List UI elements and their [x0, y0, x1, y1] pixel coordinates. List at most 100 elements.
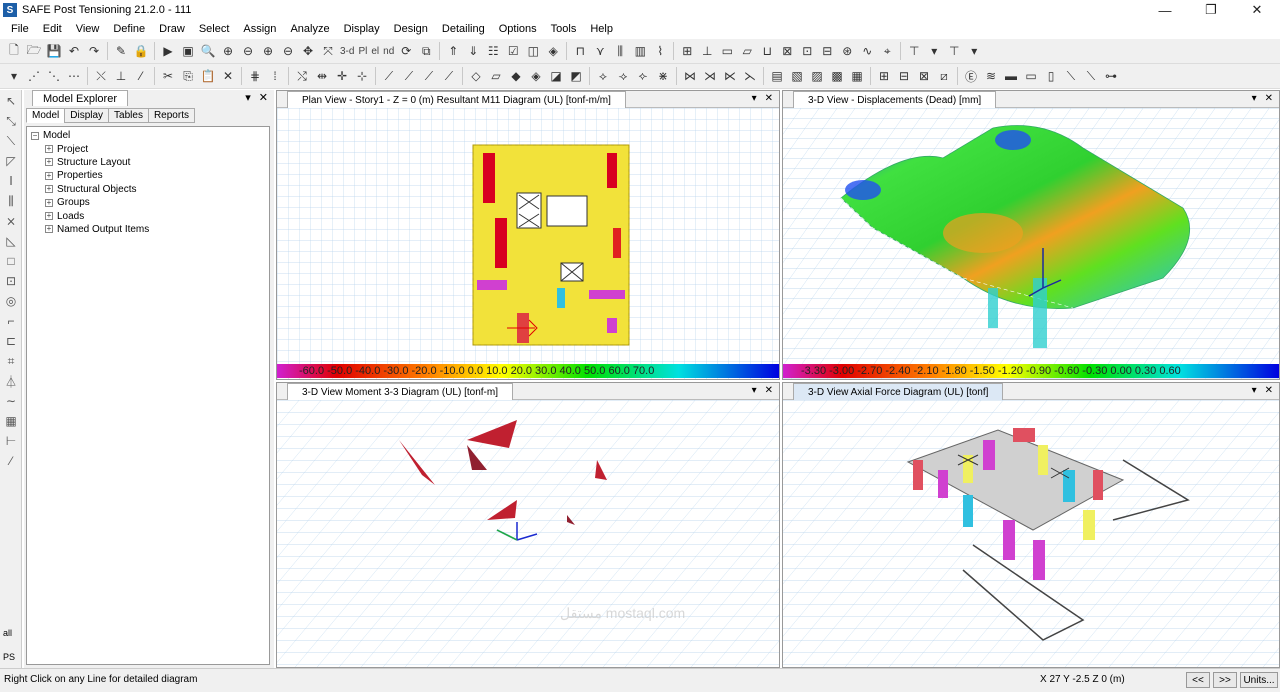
view-close-icon[interactable]: ✕ — [765, 93, 773, 104]
draw-tendon-icon[interactable]: ⊏ — [2, 332, 20, 350]
tree-item-properties[interactable]: + Properties — [31, 169, 265, 182]
redo-icon[interactable]: ↷ — [85, 42, 103, 60]
snap-perp-icon[interactable]: ⊥ — [112, 67, 130, 85]
displacement-view-canvas[interactable] — [783, 108, 1279, 379]
tendon-draw-icon[interactable]: ≋ — [982, 67, 1000, 85]
menu-help[interactable]: Help — [583, 20, 620, 39]
new-file-icon[interactable]: 🗋 — [5, 42, 23, 60]
tree-item-project[interactable]: + Project — [31, 142, 265, 155]
tab-model[interactable]: Model — [26, 108, 66, 123]
expand-icon[interactable]: + — [45, 171, 53, 180]
line-2-icon[interactable]: ⟋ — [400, 67, 418, 85]
menu-detailing[interactable]: Detailing — [435, 20, 492, 39]
strip-3-icon[interactable]: ⊠ — [915, 67, 933, 85]
area-2-icon[interactable]: ▱ — [487, 67, 505, 85]
menu-assign[interactable]: Assign — [236, 20, 283, 39]
move-down-icon[interactable]: ⇓ — [464, 42, 482, 60]
draw-column-icon[interactable]: ⫼ — [2, 192, 20, 210]
chart-icon[interactable]: ▥ — [631, 42, 649, 60]
punching-icon[interactable]: ⊡ — [798, 42, 816, 60]
frame-icon[interactable]: ⊓ — [571, 42, 589, 60]
draw-wall-icon[interactable]: ⨯ — [2, 212, 20, 230]
view-plan-button[interactable]: Pl — [358, 46, 367, 57]
section-icon[interactable]: Ⓔ — [962, 67, 980, 85]
view-elevation-button[interactable]: el — [371, 46, 379, 57]
view-3d-button[interactable]: 3-d — [340, 46, 354, 57]
assign-1-icon[interactable]: ⟡ — [594, 67, 612, 85]
view-close-icon[interactable]: ✕ — [765, 385, 773, 396]
zoom-out-icon[interactable]: ⊖ — [279, 42, 297, 60]
previous-button[interactable]: << — [1186, 672, 1210, 688]
snap-intersection-icon[interactable]: ⤬ — [92, 67, 110, 85]
area-3-icon[interactable]: ◆ — [507, 67, 525, 85]
grid-icon[interactable]: ⊞ — [678, 42, 696, 60]
filter-icon[interactable]: ⊤ — [905, 42, 923, 60]
draw-spring-icon[interactable]: ∼ — [2, 392, 20, 410]
beam-icon[interactable]: ⊔ — [758, 42, 776, 60]
menu-define[interactable]: Define — [106, 20, 152, 39]
tree-item-groups[interactable]: + Groups — [31, 196, 265, 209]
menu-draw[interactable]: Draw — [152, 20, 192, 39]
moment-view-window[interactable]: 3-D View Moment 3-3 Diagram (UL) [tonf-m… — [276, 382, 780, 668]
expand-icon[interactable]: + — [45, 145, 53, 154]
funnel-dropdown-icon[interactable]: ▾ — [965, 42, 983, 60]
dimension-icon[interactable]: ⊶ — [1102, 67, 1120, 85]
menu-tools[interactable]: Tools — [544, 20, 584, 39]
mirror-icon[interactable]: ⇹ — [313, 67, 331, 85]
strip-4-icon[interactable]: ⧄ — [935, 67, 953, 85]
tendon-2-icon[interactable]: ⋊ — [701, 67, 719, 85]
area-5-icon[interactable]: ◪ — [547, 67, 565, 85]
draw-slab-icon[interactable]: ◸ — [2, 152, 20, 170]
view-menu-icon[interactable]: ▾ — [752, 93, 757, 104]
slab-1-icon[interactable]: ▤ — [768, 67, 786, 85]
menu-select[interactable]: Select — [192, 20, 237, 39]
next-button[interactable]: >> — [1213, 672, 1237, 688]
expand-icon[interactable]: + — [45, 158, 53, 167]
extrude-icon[interactable]: ◈ — [544, 42, 562, 60]
draw-section-cut-icon[interactable]: ⁄ — [2, 452, 20, 470]
area-4-icon[interactable]: ◈ — [527, 67, 545, 85]
slab-icon[interactable]: ▱ — [738, 42, 756, 60]
wall-icon[interactable]: ▬ — [1002, 67, 1020, 85]
menu-view[interactable]: View — [69, 20, 107, 39]
undo-icon[interactable]: ↶ — [65, 42, 83, 60]
deformed-icon[interactable]: ⌇ — [651, 42, 669, 60]
line-4-icon[interactable]: ⟋ — [440, 67, 458, 85]
draw-support-icon[interactable]: ⏃ — [2, 372, 20, 390]
previous-selection-button[interactable]: PS — [3, 652, 15, 662]
view-nd-button[interactable]: nd — [383, 46, 394, 57]
tendon-icon[interactable]: ∿ — [858, 42, 876, 60]
delete-icon[interactable]: ✕ — [219, 67, 237, 85]
line-3-icon[interactable]: ⟋ — [420, 67, 438, 85]
panel-close-icon[interactable]: ✕ — [259, 91, 268, 104]
plan-view-title[interactable]: Plan View - Story1 - Z = 0 (m) Resultant… — [287, 91, 626, 108]
display-options-icon[interactable]: ☷ — [484, 42, 502, 60]
divide-icon[interactable]: ⊹ — [353, 67, 371, 85]
view-menu-icon[interactable]: ▾ — [1252, 93, 1257, 104]
tree-item-loads[interactable]: + Loads — [31, 209, 265, 222]
filter-dropdown-icon[interactable]: ▾ — [925, 42, 943, 60]
tree-item-named-output[interactable]: + Named Output Items — [31, 223, 265, 236]
draw-point-icon[interactable]: ⌗ — [2, 352, 20, 370]
tendon-4-icon[interactable]: ⋋ — [741, 67, 759, 85]
pan-icon[interactable]: ✥ — [299, 42, 317, 60]
draw-beam-icon[interactable]: Ⅰ — [2, 172, 20, 190]
displacement-view-window[interactable]: 3-D View - Displacements (Dead) [mm] ▾ ✕ — [782, 90, 1280, 380]
menu-analyze[interactable]: Analyze — [283, 20, 336, 39]
design-icon[interactable]: ⊠ — [778, 42, 796, 60]
open-file-icon[interactable]: 🗁 — [25, 42, 43, 60]
collapse-icon[interactable]: − — [31, 131, 39, 140]
snap-dropdown-icon[interactable]: ▾ — [5, 67, 23, 85]
snap-mid-icon[interactable]: ⋯ — [65, 67, 83, 85]
menu-design[interactable]: Design — [387, 20, 435, 39]
loads-icon[interactable]: ⫼ — [611, 42, 629, 60]
detail-icon[interactable]: ⊛ — [838, 42, 856, 60]
grid-lines-icon[interactable]: ⋕ — [246, 67, 264, 85]
zoom-previous-icon[interactable]: ⊖ — [239, 42, 257, 60]
menu-edit[interactable]: Edit — [36, 20, 69, 39]
slab-3-icon[interactable]: ▨ — [808, 67, 826, 85]
checkbox-icon[interactable]: ☑ — [504, 42, 522, 60]
draw-rectangle-icon[interactable]: □ — [2, 252, 20, 270]
strip-icon[interactable]: ▭ — [718, 42, 736, 60]
tendon-3-icon[interactable]: ⋉ — [721, 67, 739, 85]
